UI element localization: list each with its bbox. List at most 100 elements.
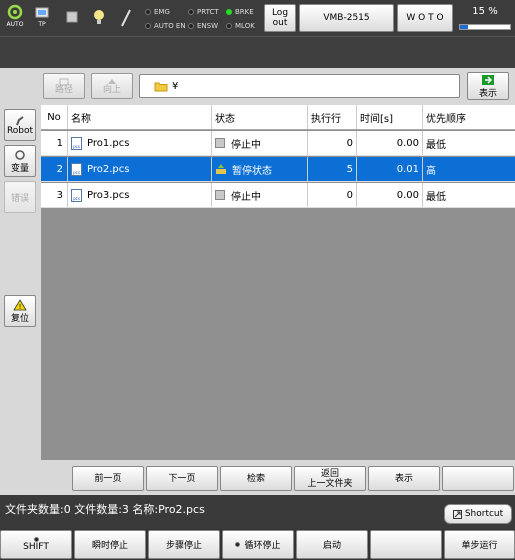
pcs-file-icon: pcs: [71, 162, 82, 176]
wrench-icon[interactable]: [115, 4, 137, 32]
variable-icon: [15, 149, 25, 160]
variable-label: 变量: [10, 163, 29, 174]
speed-bar[interactable]: [459, 24, 511, 30]
ensw-led-icon: [188, 23, 194, 29]
sidebar: Robot 变量 错误 ! 复位: [0, 68, 40, 495]
empty-bottom-button[interactable]: [370, 530, 442, 559]
robot-label: Robot: [6, 126, 34, 136]
autoen-led-icon: [145, 23, 151, 29]
empty-function-button[interactable]: [442, 466, 514, 491]
row-line: 0: [308, 183, 357, 207]
path-button[interactable]: 路径: [43, 73, 85, 99]
tp-label: TP: [38, 21, 46, 28]
warning-icon: !: [13, 298, 27, 311]
prtct-led-icon: [188, 9, 194, 15]
brke-indicator: BRKE: [226, 8, 254, 16]
row-name: pcs Pro3.pcs: [68, 183, 212, 207]
folder-icon: [154, 82, 168, 91]
emg-indicator: EMG: [145, 8, 170, 16]
bottom-bar: SHIFT 瞬时停止 步骤停止 循环停止 启动 单步运行: [0, 529, 515, 560]
stop-square-icon[interactable]: [61, 4, 83, 32]
main-panel: Robot 变量 错误 ! 复位 路径 向上 ¥ 表示 No 名称 状态 执行行…: [0, 68, 515, 495]
row-no: 2: [41, 157, 68, 181]
next-page-button[interactable]: 下一页: [146, 466, 218, 491]
shortcut-button[interactable]: Shortcut: [444, 504, 512, 524]
reset-button[interactable]: ! 复位: [4, 295, 36, 327]
search-button[interactable]: 检索: [220, 466, 292, 491]
mlok-indicator: MLOK: [226, 22, 255, 30]
table-row[interactable]: 1 pcs Pro1.pcs 停止中 0 0.00 最低: [41, 131, 515, 156]
enter-icon: [482, 74, 494, 85]
status-bar: 文件夹数量:0 文件数量:3 名称:Pro2.pcs: [0, 495, 515, 529]
table-row-selected[interactable]: 2 pcs Pro2.pcs 暂停状态 5 0.01 高: [41, 157, 515, 182]
speed-bar-fill: [460, 25, 468, 29]
variable-button[interactable]: 变量: [4, 145, 36, 177]
display-function-button[interactable]: 表示: [368, 466, 440, 491]
row-state: 停止中: [212, 183, 308, 207]
up-button[interactable]: 向上: [91, 73, 133, 99]
col-line[interactable]: 执行行: [308, 105, 357, 129]
pcs-file-icon: pcs: [71, 188, 82, 202]
row-state: 暂停状态: [212, 157, 308, 181]
prev-page-button[interactable]: 前一页: [72, 466, 144, 491]
table-row[interactable]: 3 pcs Pro3.pcs 停止中 0 0.00 最低: [41, 183, 515, 208]
mlok-led-icon: [226, 23, 232, 29]
row-name: pcs Pro2.pcs: [68, 157, 212, 181]
teach-pendant-icon[interactable]: TP: [31, 4, 53, 32]
error-button[interactable]: 错误: [4, 181, 36, 213]
reset-label: 复位: [10, 313, 29, 324]
robot-button[interactable]: Robot: [4, 109, 36, 141]
row-time: 0.00: [357, 131, 423, 155]
header-strip: [0, 36, 515, 68]
pause-state-icon: [216, 164, 226, 174]
col-priority[interactable]: 优先顺序: [423, 105, 515, 129]
row-priority: 最低: [426, 191, 446, 203]
row-no: 1: [41, 131, 68, 155]
col-name[interactable]: 名称: [68, 105, 212, 129]
autoen-indicator: AUTO EN: [145, 22, 186, 30]
emg-led-icon: [145, 9, 151, 15]
instant-stop-button[interactable]: 瞬时停止: [74, 530, 146, 559]
row-time: 0.01: [357, 157, 423, 181]
path-value: ¥: [172, 80, 179, 92]
display-button[interactable]: 表示: [467, 72, 509, 100]
brke-led-icon: [226, 9, 232, 15]
row-line: 5: [308, 157, 357, 181]
user-button[interactable]: W O T O: [397, 4, 453, 32]
auto-mode-icon[interactable]: AUTO: [4, 4, 26, 32]
col-no[interactable]: No: [41, 105, 68, 129]
table-header: No 名称 状态 执行行 时间[s] 优先顺序: [41, 105, 515, 130]
error-label: 错误: [10, 193, 29, 204]
shift-button[interactable]: SHIFT: [0, 530, 72, 559]
row-name: pcs Pro1.pcs: [68, 131, 212, 155]
robot-arm-icon: [16, 116, 24, 126]
cycle-led-icon: [235, 542, 241, 547]
svg-text:!: !: [19, 303, 22, 311]
col-state[interactable]: 状态: [212, 105, 308, 129]
stop-state-icon: [215, 138, 225, 148]
step-stop-button[interactable]: 步骤停止: [148, 530, 220, 559]
ensw-indicator: ENSW: [188, 22, 218, 30]
col-time[interactable]: 时间[s]: [357, 105, 423, 129]
row-priority: 最低: [426, 139, 446, 151]
row-no: 3: [41, 183, 68, 207]
return-folder-button[interactable]: 返回 上一文件夹: [294, 466, 366, 491]
row-state: 停止中: [212, 131, 308, 155]
cycle-stop-button[interactable]: 循环停止: [222, 530, 294, 559]
prtct-indicator: PRTCT: [188, 8, 219, 16]
program-table: No 名称 状态 执行行 时间[s] 优先顺序 1 pcs Pro1.pcs 停止…: [41, 105, 515, 460]
stop-state-icon: [215, 190, 225, 200]
top-status-bar: AUTO TP EMG AUTO EN PRTCT ENSW BRKE MLOK…: [0, 0, 515, 36]
lightbulb-icon[interactable]: [88, 4, 110, 32]
robot-model-button[interactable]: VMB-2515: [299, 4, 394, 32]
speed-percent: 15 %: [472, 6, 498, 17]
row-line: 0: [308, 131, 357, 155]
shortcut-icon: [452, 509, 462, 519]
logout-button[interactable]: Log out: [264, 4, 296, 32]
row-time: 0.00: [357, 183, 423, 207]
single-step-button[interactable]: 单步运行: [444, 530, 515, 559]
pcs-file-icon: pcs: [71, 136, 82, 150]
path-field[interactable]: ¥: [139, 74, 460, 98]
start-button[interactable]: 启动: [296, 530, 368, 559]
status-text: 文件夹数量:0 文件数量:3 名称:Pro2.pcs: [5, 503, 205, 516]
